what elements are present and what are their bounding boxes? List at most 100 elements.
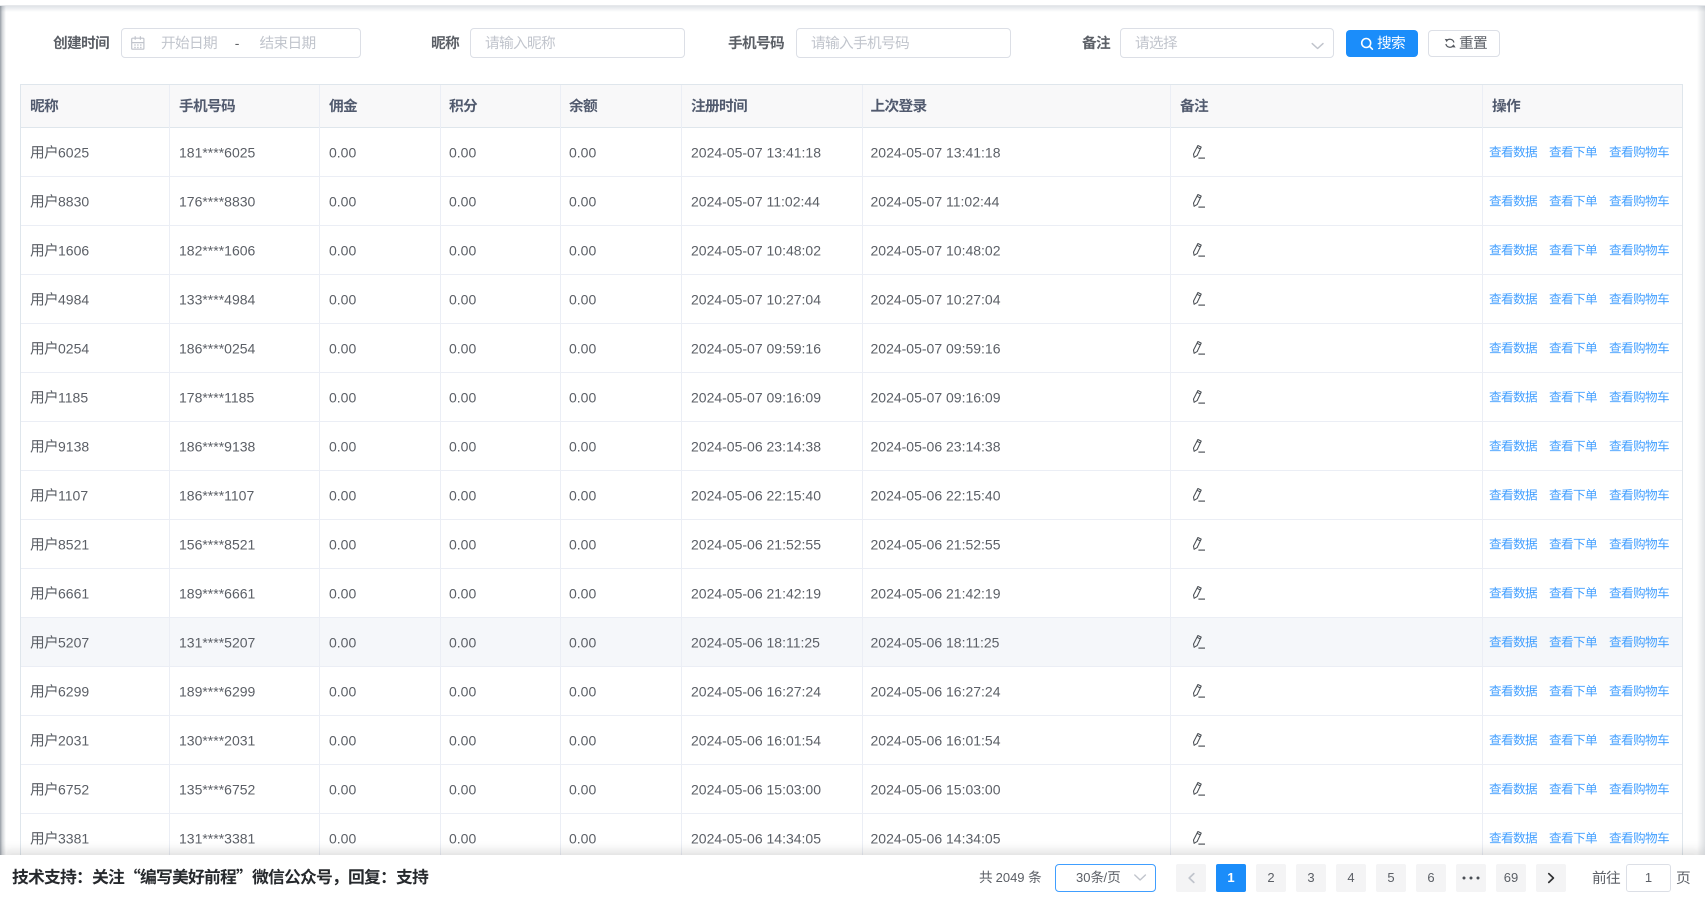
svg-text:2024-05-06 14:34:05: 2024-05-06 14:34:05 [871, 831, 1001, 847]
svg-text:6752: 6752 [58, 782, 89, 798]
svg-text:0.00: 0.00 [569, 341, 596, 357]
svg-text:2024-05-06 16:01:54: 2024-05-06 16:01:54 [871, 733, 1001, 749]
svg-text:0.00: 0.00 [329, 439, 356, 455]
svg-text:2024-05-06 21:52:55: 2024-05-06 21:52:55 [871, 537, 1001, 553]
svg-text:69: 69 [1504, 870, 1518, 885]
svg-text:0.00: 0.00 [449, 341, 476, 357]
svg-text:9138: 9138 [58, 439, 89, 455]
svg-text:0.00: 0.00 [449, 145, 476, 161]
svg-text:0.00: 0.00 [569, 390, 596, 406]
svg-text:0.00: 0.00 [449, 684, 476, 700]
svg-text:0.00: 0.00 [449, 194, 476, 210]
svg-text:0.00: 0.00 [449, 733, 476, 749]
svg-text:0.00: 0.00 [569, 733, 596, 749]
svg-text:2024-05-06 14:34:05: 2024-05-06 14:34:05 [691, 831, 821, 847]
svg-text:1107: 1107 [58, 488, 88, 504]
svg-text:8521: 8521 [58, 537, 89, 553]
svg-text:0.00: 0.00 [569, 488, 596, 504]
svg-text:2024-05-07 11:02:44: 2024-05-07 11:02:44 [871, 194, 1000, 210]
svg-text:0.00: 0.00 [329, 684, 356, 700]
svg-text:2024-05-06 18:11:25: 2024-05-06 18:11:25 [691, 635, 820, 651]
svg-text:6661: 6661 [58, 586, 89, 602]
svg-text:186****1107: 186****1107 [179, 488, 254, 504]
svg-text:2024-05-07 10:27:04: 2024-05-07 10:27:04 [871, 292, 1001, 308]
svg-text:0.00: 0.00 [329, 292, 356, 308]
svg-text:1: 1 [1227, 870, 1234, 885]
svg-text:2024-05-06 21:42:19: 2024-05-06 21:42:19 [871, 586, 1001, 602]
svg-text:5: 5 [1387, 870, 1394, 885]
svg-text:2024-05-06 16:27:24: 2024-05-06 16:27:24 [691, 684, 821, 700]
svg-text:2024-05-07 09:59:16: 2024-05-07 09:59:16 [871, 341, 1001, 357]
svg-text:2024-05-07 10:27:04: 2024-05-07 10:27:04 [691, 292, 821, 308]
svg-text:6025: 6025 [58, 145, 89, 161]
svg-text:176****8830: 176****8830 [179, 194, 256, 210]
svg-text:0.00: 0.00 [569, 586, 596, 602]
svg-text:0.00: 0.00 [449, 635, 476, 651]
svg-text:2024-05-06 23:14:38: 2024-05-06 23:14:38 [871, 439, 1001, 455]
svg-text:2024-05-07 13:41:18: 2024-05-07 13:41:18 [691, 145, 821, 161]
svg-text:186****9138: 186****9138 [179, 439, 256, 455]
svg-text:2024-05-06 15:03:00: 2024-05-06 15:03:00 [691, 782, 821, 798]
svg-text:0.00: 0.00 [329, 194, 356, 210]
svg-text:2024-05-07 09:16:09: 2024-05-07 09:16:09 [691, 390, 821, 406]
svg-text:181****6025: 181****6025 [179, 145, 256, 161]
svg-text:6299: 6299 [58, 684, 89, 700]
svg-text:0.00: 0.00 [449, 439, 476, 455]
svg-text:135****6752: 135****6752 [179, 782, 256, 798]
svg-text:0.00: 0.00 [569, 194, 596, 210]
svg-text:2024-05-07 11:02:44: 2024-05-07 11:02:44 [691, 194, 820, 210]
svg-text:1185: 1185 [58, 390, 88, 406]
svg-text:3: 3 [1307, 870, 1314, 885]
svg-text:5207: 5207 [58, 635, 89, 651]
svg-text:0.00: 0.00 [569, 831, 596, 847]
svg-text:0.00: 0.00 [569, 635, 596, 651]
svg-text:0.00: 0.00 [329, 586, 356, 602]
svg-text:0.00: 0.00 [569, 243, 596, 259]
svg-text:4984: 4984 [58, 292, 89, 308]
svg-text:8830: 8830 [58, 194, 89, 210]
svg-text:4: 4 [1347, 870, 1354, 885]
svg-text:0.00: 0.00 [329, 831, 356, 847]
svg-text:0.00: 0.00 [449, 831, 476, 847]
svg-text:2024-05-06 22:15:40: 2024-05-06 22:15:40 [691, 488, 821, 504]
svg-text:0.00: 0.00 [449, 586, 476, 602]
svg-text:0.00: 0.00 [329, 488, 356, 504]
svg-text:131****5207: 131****5207 [179, 635, 256, 651]
svg-text:0.00: 0.00 [329, 390, 356, 406]
svg-text:0.00: 0.00 [569, 292, 596, 308]
svg-text:0.00: 0.00 [569, 537, 596, 553]
svg-text:3381: 3381 [58, 831, 89, 847]
svg-text:189****6299: 189****6299 [179, 684, 256, 700]
svg-text:0.00: 0.00 [329, 537, 356, 553]
svg-text:2024-05-06 21:42:19: 2024-05-06 21:42:19 [691, 586, 821, 602]
svg-text:130****2031: 130****2031 [179, 733, 256, 749]
svg-text:0.00: 0.00 [449, 488, 476, 504]
svg-text:2031: 2031 [58, 733, 89, 749]
svg-text:0.00: 0.00 [569, 782, 596, 798]
svg-text:2024-05-07 10:48:02: 2024-05-07 10:48:02 [691, 243, 821, 259]
svg-text:2049: 2049 [992, 870, 1028, 885]
svg-text:0.00: 0.00 [449, 390, 476, 406]
svg-text:0.00: 0.00 [449, 782, 476, 798]
svg-text:133****4984: 133****4984 [179, 292, 256, 308]
svg-text:0.00: 0.00 [449, 243, 476, 259]
svg-text:-: - [235, 35, 240, 51]
svg-text:0.00: 0.00 [569, 439, 596, 455]
svg-text:131****3381: 131****3381 [179, 831, 256, 847]
svg-text:1606: 1606 [58, 243, 89, 259]
svg-text:2024-05-06 18:11:25: 2024-05-06 18:11:25 [871, 635, 1000, 651]
svg-text:2024-05-07 10:48:02: 2024-05-07 10:48:02 [871, 243, 1001, 259]
svg-text:/: / [1104, 870, 1108, 885]
svg-text:0.00: 0.00 [569, 145, 596, 161]
svg-text:2024-05-07 13:41:18: 2024-05-07 13:41:18 [871, 145, 1001, 161]
svg-text:2024-05-06 21:52:55: 2024-05-06 21:52:55 [691, 537, 821, 553]
svg-text:2024-05-06 22:15:40: 2024-05-06 22:15:40 [871, 488, 1001, 504]
svg-text:2024-05-07 09:16:09: 2024-05-07 09:16:09 [871, 390, 1001, 406]
svg-text:2: 2 [1267, 870, 1274, 885]
svg-text:189****6661: 189****6661 [179, 586, 256, 602]
svg-text:2024-05-06 23:14:38: 2024-05-06 23:14:38 [691, 439, 821, 455]
svg-text:0.00: 0.00 [449, 537, 476, 553]
svg-text:0.00: 0.00 [329, 635, 356, 651]
svg-text:0.00: 0.00 [569, 684, 596, 700]
svg-text:0.00: 0.00 [329, 782, 356, 798]
